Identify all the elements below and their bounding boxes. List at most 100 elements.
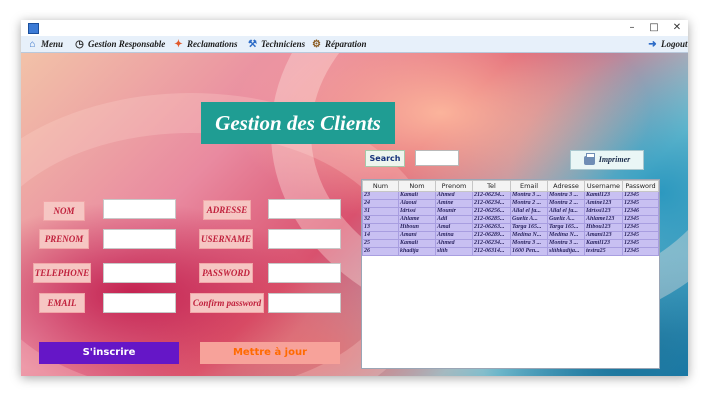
table-header-row: Num Nom Prenom Tel Email Adresse Usernam… — [362, 180, 659, 192]
table-cell: Montra 3 ... — [510, 191, 548, 200]
clients-table[interactable]: Num Nom Prenom Tel Email Adresse Usernam… — [361, 179, 660, 369]
menu-item-menu[interactable]: ⌂ Menu — [27, 36, 63, 52]
menu-item-label: Réparation — [325, 39, 367, 49]
table-cell: Gueliz A... — [510, 215, 548, 224]
table-row[interactable]: 32 Ahlame Adil 212-06285... Gueliz A... Gueli… — [362, 215, 659, 224]
title-bar: – □ ✕ — [21, 20, 688, 36]
search-input[interactable] — [415, 150, 459, 166]
adresse-field[interactable] — [268, 199, 341, 219]
column-header[interactable]: Num — [362, 180, 399, 192]
table-cell: Targa 165... — [510, 223, 548, 232]
confirm-password-field[interactable] — [268, 293, 341, 313]
table-cell: Montra 3 ... — [547, 239, 585, 248]
content-area: Gestion des Clients NOM PRENOM TELEPHONE… — [21, 53, 688, 376]
table-cell: 12345 — [622, 231, 659, 240]
table-cell: Allal el fa... — [510, 207, 548, 216]
reclamation-icon: ✦ — [174, 38, 183, 50]
home-icon: ⌂ — [29, 38, 36, 50]
table-cell: 212-06314... — [472, 247, 511, 256]
telephone-label: TELEPHONE — [33, 263, 91, 283]
table-cell: Amal — [435, 223, 473, 232]
table-cell: Montra 3 ... — [547, 191, 585, 200]
table-cell: 12345 — [622, 223, 659, 232]
minimize-button[interactable]: – — [621, 20, 643, 36]
column-header[interactable]: Tel — [472, 180, 511, 192]
table-cell: 12345 — [622, 247, 659, 256]
table-cell: 212-06256... — [472, 207, 511, 216]
table-cell: 13 — [362, 223, 399, 232]
password-label: PASSWORD — [199, 263, 253, 283]
menu-item-reclamations[interactable]: ✦ Reclamations — [173, 36, 238, 52]
table-cell: 12345 — [622, 191, 659, 200]
menu-item-techniciens[interactable]: ⚒ Techniciens — [247, 36, 305, 52]
menu-item-label: Menu — [41, 39, 64, 49]
table-cell: 12345 — [622, 239, 659, 248]
table-cell: Amina — [435, 231, 473, 240]
table-cell: Alaoui — [398, 199, 436, 208]
menu-item-label: Logout — [661, 39, 688, 49]
password-field[interactable] — [268, 263, 341, 283]
printer-icon — [583, 152, 595, 165]
table-row[interactable]: 24 Alaoui Amine 212-06234... Montra 2 ... Mon… — [362, 199, 659, 208]
table-cell: Idrissi — [398, 207, 436, 216]
table-cell: Kamil123 — [584, 191, 623, 200]
column-header[interactable]: Prenom — [435, 180, 473, 192]
table-cell: Montra 3 ... — [510, 239, 548, 248]
table-cell: 32 — [362, 215, 399, 224]
search-button[interactable]: Search — [365, 150, 405, 167]
table-cell: Ahlame123 — [584, 215, 623, 224]
column-header[interactable]: Email — [510, 180, 548, 192]
table-cell: sliih — [435, 247, 473, 256]
maximize-button[interactable]: □ — [643, 20, 665, 36]
table-cell: Idrissi123 — [584, 207, 623, 216]
inscrire-button[interactable]: S'inscrire — [39, 342, 179, 364]
logout-icon: ➜ — [648, 38, 657, 50]
column-header[interactable]: Username — [584, 180, 623, 192]
table-cell: testra25 — [584, 247, 623, 256]
table-cell: Kamali — [398, 191, 436, 200]
menu-item-gestion-responsable[interactable]: ◷ Gestion Responsable — [74, 36, 165, 52]
table-cell: sliihkadija... — [547, 247, 585, 256]
table-cell: 26 — [362, 247, 399, 256]
table-cell: Medina N... — [547, 231, 585, 240]
page-title: Gestion des Clients — [201, 102, 395, 144]
menu-bar: ⌂ Menu ◷ Gestion Responsable ✦ Reclamati… — [21, 36, 688, 53]
menu-item-logout[interactable]: ➜ Logout — [647, 36, 688, 52]
column-header[interactable]: Nom — [398, 180, 436, 192]
table-cell: 14 — [362, 231, 399, 240]
table-cell: Ahmed — [435, 191, 473, 200]
username-field[interactable] — [268, 229, 341, 249]
menu-item-label: Reclamations — [187, 39, 238, 49]
menu-item-reparation[interactable]: ⚙ Réparation — [311, 36, 367, 52]
table-cell: Amani — [398, 231, 436, 240]
table-cell: 212-06234... — [472, 191, 511, 200]
table-cell: 212-06234... — [472, 239, 511, 248]
print-button[interactable]: Imprimer — [570, 150, 644, 170]
table-cell: Ahlame — [398, 215, 436, 224]
nom-label: NOM — [43, 201, 85, 221]
prenom-field[interactable] — [103, 229, 176, 249]
close-button[interactable]: ✕ — [666, 20, 688, 36]
table-cell: 23 — [362, 191, 399, 200]
table-row[interactable]: 14 Amani Amina 212-06289... Medina N... Medin… — [362, 231, 659, 240]
table-cell: 31 — [362, 207, 399, 216]
repair-icon: ⚙ — [312, 38, 321, 50]
table-row[interactable]: 31 Idrissi Mounir 212-06256... Allal el fa..… — [362, 207, 659, 216]
column-header[interactable]: Password — [622, 180, 659, 192]
email-field[interactable] — [103, 293, 176, 313]
table-cell: Hibou123 — [584, 223, 623, 232]
table-row[interactable]: 25 Kamali Ahmed 212-06234... Montra 3 ... Mon… — [362, 239, 659, 248]
table-cell: Gueliz A... — [547, 215, 585, 224]
app-window: – □ ✕ ⌂ Menu ◷ Gestion Responsable ✦ Rec… — [21, 20, 688, 376]
table-cell: 12346 — [622, 207, 659, 216]
telephone-field[interactable] — [103, 263, 176, 283]
table-row[interactable]: 26 khadija sliih 212-06314... 1600 Pen... sli… — [362, 247, 659, 256]
table-cell: Ahmed — [435, 239, 473, 248]
email-label: EMAIL — [39, 293, 85, 313]
update-button[interactable]: Mettre à jour — [200, 342, 340, 364]
nom-field[interactable] — [103, 199, 176, 219]
table-cell: 12345 — [622, 199, 659, 208]
column-header[interactable]: Adresse — [547, 180, 585, 192]
table-row[interactable]: 13 Hiboun Amal 212-06263... Targa 165... Targ… — [362, 223, 659, 232]
table-row[interactable]: 23 Kamali Ahmed 212-06234... Montra 3 ... Mon… — [362, 191, 659, 200]
